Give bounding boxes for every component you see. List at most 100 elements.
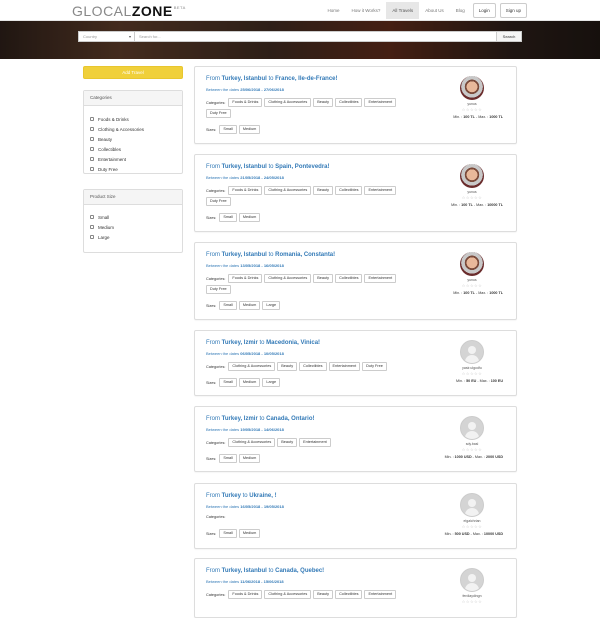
max-value: 1000 TL xyxy=(489,291,503,295)
size-filter-option-label: Large xyxy=(98,234,110,240)
category-tag: Collectibles xyxy=(335,98,363,107)
dates-range: 25/06/2018 - 27/06/2018 xyxy=(240,87,284,92)
category-filter-option[interactable]: Duty Free xyxy=(90,164,176,174)
route-origin: Turkey, Istanbul xyxy=(221,76,267,82)
beta-badge: BETA xyxy=(173,5,186,10)
checkbox[interactable] xyxy=(90,137,94,141)
category-tag: Entertainment xyxy=(364,274,397,283)
category-filter-option[interactable]: Foods & Drinks xyxy=(90,114,176,124)
size-filter-option[interactable]: Medium xyxy=(90,222,176,232)
traveler-username[interactable]: sdy.basl xyxy=(442,442,502,446)
country-select[interactable]: Country ▾ xyxy=(78,31,135,42)
checkbox[interactable] xyxy=(90,225,94,229)
sizes-label: Sizes: xyxy=(206,127,217,132)
size-filter-option[interactable]: Small xyxy=(90,212,176,222)
traveler-username[interactable]: yunus xyxy=(442,102,502,106)
checkbox[interactable] xyxy=(90,167,94,171)
traveler-username[interactable]: elgaichrian xyxy=(442,519,502,523)
dates-label: Between the dates xyxy=(206,175,241,180)
checkbox[interactable] xyxy=(90,127,94,131)
nav-home[interactable]: Home xyxy=(321,2,345,19)
category-filter-option[interactable]: Collectibles xyxy=(90,144,176,154)
travel-card[interactable]: From Turkey, Istanbul to France, Ile-de-… xyxy=(194,66,517,144)
route-from-label: From xyxy=(206,568,222,574)
travel-card[interactable]: From Turkey to Ukraine, ! Between the dat… xyxy=(194,483,517,549)
size-tag: Medium xyxy=(238,378,261,387)
traveler-username[interactable]: yasir.ulgodfu xyxy=(442,366,502,370)
add-travel-button[interactable]: Add Travel xyxy=(83,66,183,79)
categories-filter-list: Foods & Drinks Clothing & Accessories Beau… xyxy=(84,106,182,173)
travel-categories: Categories: Foods & Drinks Clothing & Acce… xyxy=(206,98,406,118)
travel-card[interactable]: From Turkey, Istanbul to Spain, Ponteved… xyxy=(194,154,517,232)
search-button[interactable]: Search xyxy=(497,31,522,42)
travel-card[interactable]: From Turkey, Istanbul to Canada, Quebec!… xyxy=(194,558,517,618)
traveler-username[interactable]: yunus xyxy=(442,190,502,194)
category-filter-option-label: Beauty xyxy=(98,136,113,142)
user-avatar[interactable] xyxy=(460,164,484,188)
category-tag: Foods & Drinks xyxy=(228,186,263,195)
checkbox[interactable] xyxy=(90,235,94,239)
site-logo[interactable]: GLOCALZONEBETA xyxy=(72,3,186,23)
travel-card[interactable]: From Turkey, Izmir to Macedonia, Vinica!… xyxy=(194,330,517,396)
category-filter-option[interactable]: Entertainment xyxy=(90,154,176,164)
categories-label: Categories: xyxy=(206,515,226,519)
size-tag: Medium xyxy=(238,301,261,310)
user-avatar[interactable] xyxy=(460,568,484,592)
route-to-label: to xyxy=(257,416,267,422)
top-navbar: GLOCALZONEBETA Home How it Works? All Tr… xyxy=(0,0,600,21)
nav-how-it-works[interactable]: How it Works? xyxy=(345,2,386,19)
category-filter-option[interactable]: Beauty xyxy=(90,134,176,144)
size-tag: Small xyxy=(219,125,237,134)
category-tag: Duty Free xyxy=(206,109,231,118)
price-range: Min. : 50 EU - Max. : 100 EU xyxy=(403,379,503,383)
user-avatar[interactable] xyxy=(460,340,484,364)
category-tag: Entertainment xyxy=(364,98,397,107)
category-filter-option-label: Duty Free xyxy=(98,166,118,172)
nav-all-travels[interactable]: All Travels xyxy=(386,2,420,19)
route-to-label: to xyxy=(266,568,276,574)
category-tag: Duty Free xyxy=(206,285,231,294)
category-tag: Beauty xyxy=(313,590,334,599)
checkbox[interactable] xyxy=(90,147,94,151)
travel-route[interactable]: From Turkey, Izmir to Canada, Ontario! xyxy=(206,416,314,422)
route-destination: Ukraine, ! xyxy=(249,493,277,499)
checkbox[interactable] xyxy=(90,157,94,161)
size-tag: Large xyxy=(262,301,281,310)
user-avatar[interactable] xyxy=(460,416,484,440)
travel-card[interactable]: From Turkey, Istanbul to Romania, Consta… xyxy=(194,242,517,320)
travel-categories: Categories: Foods & Drinks Clothing & Acce… xyxy=(206,590,406,599)
checkbox[interactable] xyxy=(90,215,94,219)
travel-dates: Between the dates 06/05/2018 - 10/05/201… xyxy=(206,351,284,356)
size-filter-option[interactable]: Large xyxy=(90,232,176,242)
user-avatar[interactable] xyxy=(460,76,484,100)
travel-route[interactable]: From Turkey to Ukraine, ! xyxy=(206,493,277,499)
travel-route[interactable]: From Turkey, Izmir to Macedonia, Vinica! xyxy=(206,340,320,346)
travel-route[interactable]: From Turkey, Istanbul to France, Ile-de-… xyxy=(206,76,338,82)
nav-about-us[interactable]: About Us xyxy=(419,2,450,19)
login-button[interactable]: Login xyxy=(472,3,496,18)
search-input[interactable]: Search for... xyxy=(135,31,497,42)
search-bar: Country ▾ Search for... Search xyxy=(78,31,522,42)
route-from-label: From xyxy=(206,340,222,346)
signup-button[interactable]: Sign up xyxy=(499,3,527,18)
category-filter-option[interactable]: Clothing & Accessories xyxy=(90,124,176,134)
travel-card[interactable]: From Turkey, Izmir to Canada, Ontario! Be… xyxy=(194,406,517,472)
route-to-label: to xyxy=(257,340,267,346)
travel-route[interactable]: From Turkey, Istanbul to Canada, Quebec! xyxy=(206,568,324,574)
size-tag: Medium xyxy=(238,213,261,222)
max-label: - Max. : xyxy=(469,532,484,536)
nav-blog[interactable]: Blog xyxy=(450,2,471,19)
hero-banner: Country ▾ Search for... Search xyxy=(0,21,600,59)
route-to-label: to xyxy=(266,164,276,170)
travel-route[interactable]: From Turkey, Istanbul to Spain, Ponteved… xyxy=(206,164,330,170)
route-origin: Turkey, Istanbul xyxy=(221,164,267,170)
checkbox[interactable] xyxy=(90,117,94,121)
user-avatar[interactable] xyxy=(460,493,484,517)
user-avatar[interactable] xyxy=(460,252,484,276)
travel-route[interactable]: From Turkey, Istanbul to Romania, Consta… xyxy=(206,252,335,258)
traveler-username[interactable]: ferdiaydingn xyxy=(442,594,502,598)
logo-text-glocal: GLOCAL xyxy=(72,3,132,19)
category-tag: Clothing & Accessories xyxy=(228,362,276,371)
category-tag: Clothing & Accessories xyxy=(264,274,312,283)
traveler-username[interactable]: yunus xyxy=(442,278,502,282)
